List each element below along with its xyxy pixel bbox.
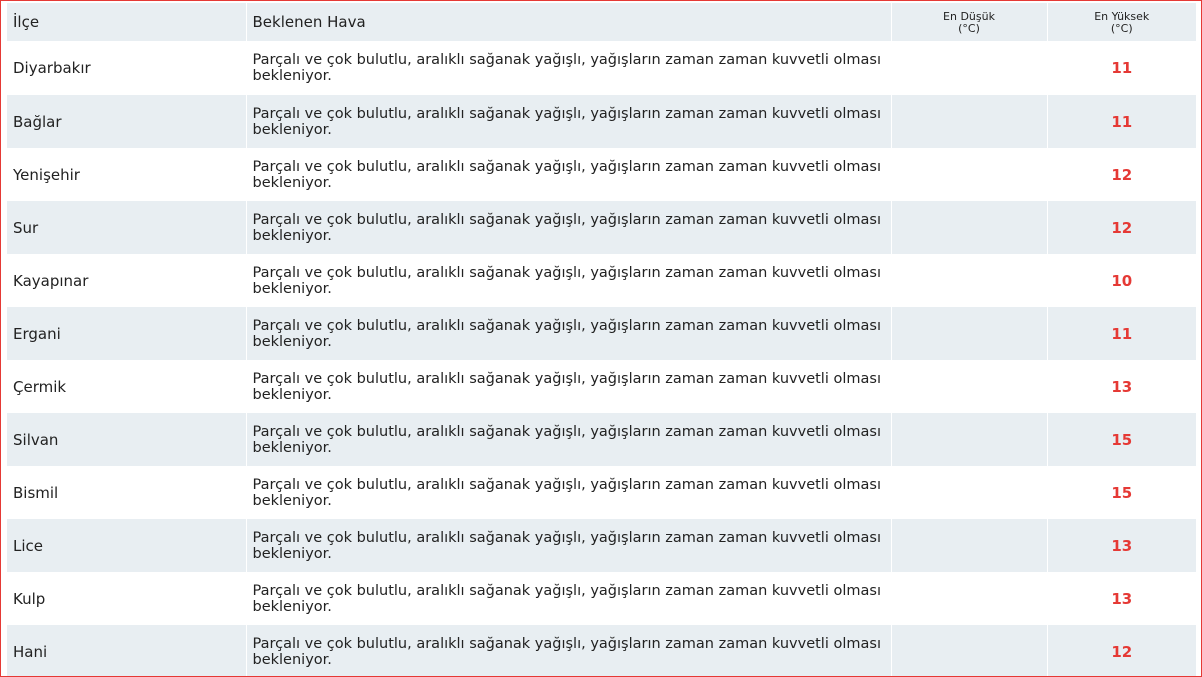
table-row: Bağlar Parçalı ve çok bulutlu, aralıklı s… [7, 95, 1196, 148]
min-temp-cell [891, 519, 1048, 572]
header-forecast: Beklenen Hava [246, 3, 892, 41]
table-row: Ergani Parçalı ve çok bulutlu, aralıklı s… [7, 307, 1196, 360]
max-temp-cell: 15 [1111, 430, 1133, 449]
district-cell: Lice [7, 519, 247, 572]
table-row: Silvan Parçalı ve çok bulutlu, aralıklı s… [7, 413, 1196, 466]
header-max-temp: En Yüksek (°C) [1047, 3, 1196, 41]
table-header-row: İlçe Beklenen Hava En Düşük (°C) En Yüks… [7, 3, 1196, 41]
min-temp-cell [891, 95, 1048, 148]
table-row: Hani Parçalı ve çok bulutlu, aralıklı sağ… [7, 625, 1196, 676]
min-temp-cell [891, 41, 1048, 95]
forecast-cell: Parçalı ve çok bulutlu, aralıklı sağanak… [246, 413, 892, 466]
district-cell: Bismil [7, 466, 247, 519]
header-max-temp-unit: (°C) [1110, 21, 1133, 35]
forecast-cell: Parçalı ve çok bulutlu, aralıklı sağanak… [246, 519, 892, 572]
max-temp-cell: 15 [1111, 483, 1133, 502]
district-cell: Ergani [7, 307, 247, 360]
header-district: İlçe [7, 3, 247, 41]
forecast-cell: Parçalı ve çok bulutlu, aralıklı sağanak… [246, 625, 892, 676]
forecast-cell: Parçalı ve çok bulutlu, aralıklı sağanak… [246, 95, 892, 148]
min-temp-cell [891, 625, 1048, 676]
header-min-temp: En Düşük (°C) [891, 3, 1048, 41]
max-temp-cell: 12 [1111, 218, 1133, 237]
max-temp-cell: 13 [1111, 377, 1133, 396]
forecast-cell: Parçalı ve çok bulutlu, aralıklı sağanak… [246, 254, 892, 307]
district-cell: Bağlar [7, 95, 247, 148]
table-row: Kulp Parçalı ve çok bulutlu, aralıklı sağ… [7, 572, 1196, 625]
district-cell: Kayapınar [7, 254, 247, 307]
forecast-cell: Parçalı ve çok bulutlu, aralıklı sağanak… [246, 201, 892, 254]
forecast-cell: Parçalı ve çok bulutlu, aralıklı sağanak… [246, 307, 892, 360]
max-temp-cell: 11 [1111, 112, 1133, 131]
max-temp-cell: 11 [1111, 59, 1133, 77]
weather-forecast-table: İlçe Beklenen Hava En Düşük (°C) En Yüks… [7, 3, 1196, 676]
district-cell: Çermik [7, 360, 247, 413]
max-temp-cell: 12 [1111, 165, 1133, 184]
weather-table-frame: İlçe Beklenen Hava En Düşük (°C) En Yüks… [0, 0, 1202, 677]
forecast-cell: Parçalı ve çok bulutlu, aralıklı sağanak… [246, 148, 892, 201]
max-temp-cell: 13 [1111, 589, 1133, 608]
forecast-cell: Parçalı ve çok bulutlu, aralıklı sağanak… [246, 572, 892, 625]
district-cell: Sur [7, 201, 247, 254]
min-temp-cell [891, 254, 1048, 307]
min-temp-cell [891, 201, 1048, 254]
district-cell: Kulp [7, 572, 247, 625]
min-temp-cell [891, 360, 1048, 413]
min-temp-cell [891, 413, 1048, 466]
table-row: Lice Parçalı ve çok bulutlu, aralıklı sağ… [7, 519, 1196, 572]
min-temp-cell [891, 572, 1048, 625]
table-row: Sur Parçalı ve çok bulutlu, aralıklı sağa… [7, 201, 1196, 254]
max-temp-cell: 10 [1111, 271, 1133, 290]
min-temp-cell [891, 307, 1048, 360]
table-body: Diyarbakır Parçalı ve çok bulutlu, aralık… [7, 41, 1196, 676]
district-cell: Yenişehir [7, 148, 247, 201]
forecast-cell: Parçalı ve çok bulutlu, aralıklı sağanak… [246, 466, 892, 519]
table-row: Çermik Parçalı ve çok bulutlu, aralıklı s… [7, 360, 1196, 413]
district-cell: Hani [7, 625, 247, 676]
forecast-cell: Parçalı ve çok bulutlu, aralıklı sağanak… [246, 360, 892, 413]
header-min-temp-unit: (°C) [958, 21, 980, 35]
max-temp-cell: 11 [1111, 324, 1133, 343]
max-temp-cell: 13 [1111, 536, 1133, 555]
district-cell: Silvan [7, 413, 247, 466]
forecast-cell: Parçalı ve çok bulutlu, aralıklı sağanak… [246, 41, 892, 95]
max-temp-cell: 12 [1111, 642, 1133, 661]
district-cell: Diyarbakır [7, 41, 247, 95]
min-temp-cell [891, 466, 1048, 519]
table-row: Bismil Parçalı ve çok bulutlu, aralıklı s… [7, 466, 1196, 519]
table-row: Yenişehir Parçalı ve çok bulutlu, aralıkl… [7, 148, 1196, 201]
min-temp-cell [891, 148, 1048, 201]
table-row: Kayapınar Parçalı ve çok bulutlu, aralıkl… [7, 254, 1196, 307]
table-row: Diyarbakır Parçalı ve çok bulutlu, aralık… [7, 41, 1196, 95]
